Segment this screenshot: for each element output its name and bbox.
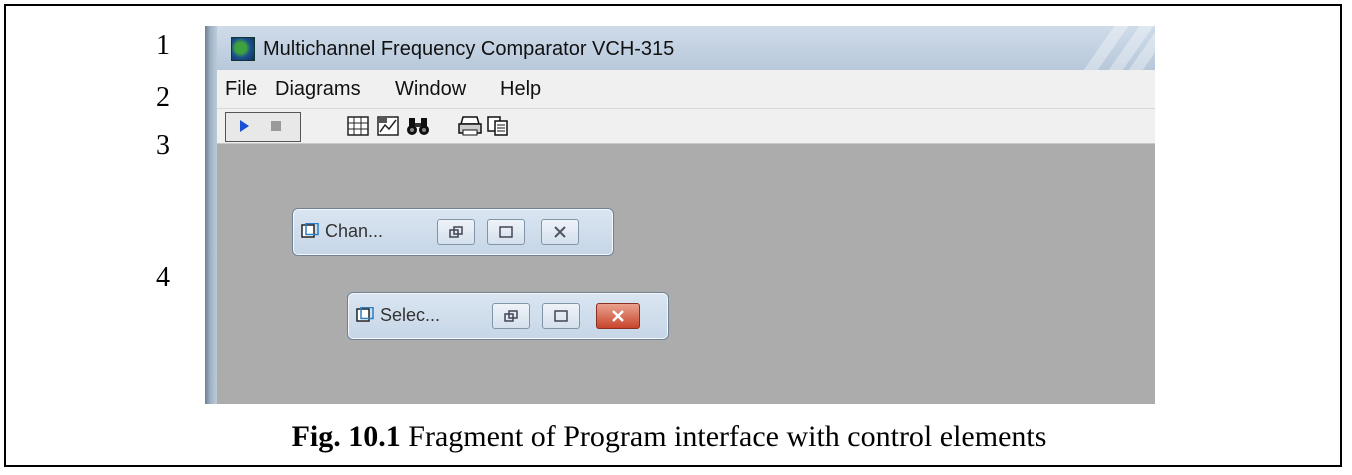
window-title: Multichannel Frequency Comparator VCH-31… [263,38,675,60]
figure-label: Fig. 10.1 [291,420,401,453]
minimized-window-title: Chan... [325,221,384,241]
binoculars-icon [407,118,429,135]
window-left-border [205,26,217,404]
close-button[interactable] [596,303,640,329]
chart-button[interactable] [375,113,401,139]
row-number-2: 2 [156,82,170,113]
row-number-3: 3 [156,130,170,161]
maximize-button[interactable] [542,303,580,329]
menu-help[interactable]: Help [500,78,541,101]
maximize-icon [499,226,513,238]
menu-bar: File Diagrams Window Help [217,70,1155,109]
stop-button[interactable] [263,113,289,139]
figure-caption-text: Fragment of Program interface with contr… [400,420,1047,453]
menu-diagrams[interactable]: Diagrams [275,78,361,101]
menu-window[interactable]: Window [395,78,466,101]
copy-icon [487,116,508,136]
maximize-icon [554,310,568,322]
mdi-workspace: Chan... Selec... [217,144,1155,404]
minimized-window-channels[interactable]: Chan... [292,208,614,256]
window-icon [356,307,374,322]
restore-button[interactable] [492,303,530,329]
close-icon [612,310,624,322]
table-icon [347,116,369,136]
chart-icon [377,116,399,136]
play-button[interactable] [231,113,257,139]
copy-button[interactable] [485,113,511,139]
table-button[interactable] [345,113,371,139]
toolbar [217,109,1155,144]
binoculars-button[interactable] [405,113,431,139]
menu-file[interactable]: File [225,78,257,101]
restore-icon [449,226,463,238]
window-titlebar[interactable]: Multichannel Frequency Comparator VCH-31… [217,26,1155,70]
play-icon [240,120,249,132]
row-number-1: 1 [156,30,170,61]
minimized-window-select[interactable]: Selec... [347,292,669,340]
window-icon [301,223,319,238]
stop-icon [271,121,281,131]
minimized-window-title: Selec... [380,305,441,325]
app-logo-icon[interactable] [231,37,255,61]
close-button[interactable] [541,219,579,245]
print-button[interactable] [457,113,483,139]
printer-icon [458,116,482,136]
figure-caption: Fig. 10.1 Fragment of Program interface … [0,420,1338,454]
restore-button[interactable] [437,219,475,245]
maximize-button[interactable] [487,219,525,245]
close-icon [554,226,566,238]
row-number-4: 4 [156,262,170,293]
app-screenshot: Multichannel Frequency Comparator VCH-31… [205,26,1155,404]
restore-icon [504,310,518,322]
